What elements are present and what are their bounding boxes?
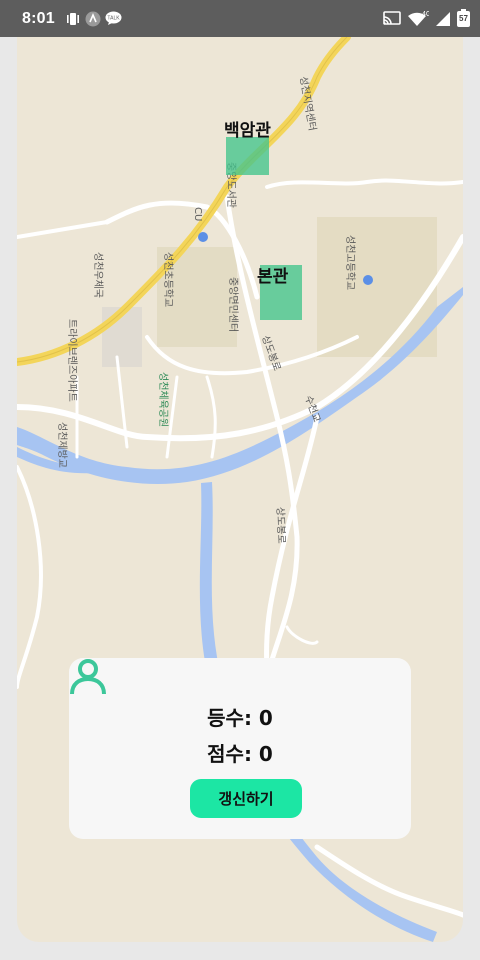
- refresh-button[interactable]: 갱신하기: [190, 779, 302, 818]
- status-right-icons: 4G 57: [383, 8, 470, 27]
- building-label[interactable]: 본관: [257, 262, 288, 287]
- talk-icon: TALK: [105, 11, 122, 26]
- road-lane-5: [285, 625, 319, 645]
- vibrate-icon: [65, 12, 81, 26]
- status-left-icons: TALK: [65, 11, 122, 27]
- rank-text: 등수: 0: [207, 706, 273, 730]
- map-label: 중앙면민센터: [227, 277, 239, 332]
- network-type-label: 4G: [422, 11, 429, 18]
- map-label: 성천고등학교: [344, 235, 356, 290]
- map-label: 성천체육공원: [157, 372, 169, 427]
- status-time: 8:01: [22, 9, 55, 27]
- score-card: 등수: 0 점수: 0 갱신하기: [69, 658, 411, 839]
- score-text: 점수: 0: [207, 742, 273, 766]
- user-icon: [69, 658, 107, 700]
- map-label: 상도봉로: [274, 507, 287, 544]
- map-poi-icon: [198, 232, 208, 242]
- road-west: [17, 220, 109, 239]
- map-poi-icon: [363, 275, 373, 285]
- map-label: CU: [192, 207, 203, 221]
- map-label: 성천제방교: [56, 422, 68, 468]
- app-a-icon: [85, 11, 101, 27]
- signal-icon: [435, 11, 451, 27]
- status-bar: 8:01 TALK 4G 57: [0, 0, 480, 37]
- battery-icon: 57: [457, 8, 470, 27]
- map-label: 트라이브렌즈아파트: [66, 319, 78, 402]
- battery-level: 57: [459, 14, 468, 23]
- building-zone[interactable]: [226, 137, 269, 175]
- road-northeast: [265, 178, 463, 189]
- road-west-south: [17, 465, 43, 689]
- building-label[interactable]: 백암관: [224, 116, 271, 141]
- map-label: 성천초등학교: [162, 252, 174, 307]
- cast-icon: [383, 11, 401, 26]
- road-lane-4: [205, 375, 217, 459]
- svg-text:TALK: TALK: [107, 16, 120, 22]
- map-label: 성천우체국: [92, 252, 104, 298]
- wifi-icon: 4G: [407, 11, 429, 27]
